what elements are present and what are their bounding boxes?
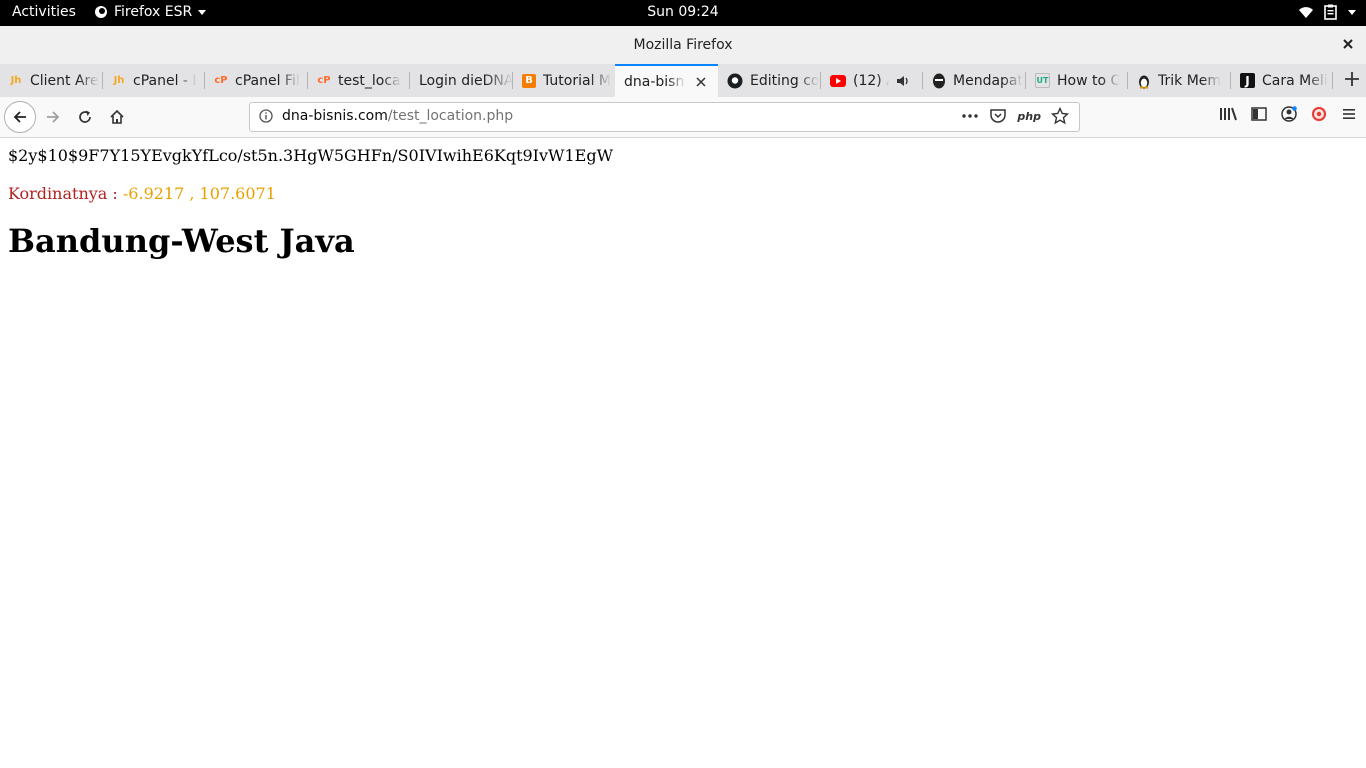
tab-label: Client Are — [30, 72, 99, 89]
php-badge-icon[interactable]: php — [1017, 110, 1041, 123]
cp-icon: cP — [214, 75, 228, 86]
github-icon — [727, 73, 743, 88]
wifi-icon — [1299, 7, 1313, 18]
star-icon[interactable] — [1051, 107, 1069, 125]
cpanel-orange-icon: Jh — [10, 75, 22, 86]
account-icon[interactable] — [1280, 105, 1298, 123]
clock[interactable]: Sun 09:24 — [0, 4, 1366, 20]
library-icon[interactable] — [1218, 105, 1238, 123]
coordinates-label: Kordinatnya : — [8, 184, 123, 203]
tab-label: Editing co — [750, 72, 820, 89]
back-button[interactable] — [4, 101, 36, 133]
tab-label: (12) A — [853, 72, 889, 89]
tab-editing[interactable]: Editing co — [718, 64, 821, 97]
more-actions-icon[interactable] — [961, 107, 979, 125]
tab-dna-bisnis[interactable]: dna-bisnis — [615, 64, 718, 98]
cp-icon: cP — [317, 75, 331, 86]
coordinates-line: Kordinatnya : -6.9217 , 107.6071 — [8, 184, 276, 203]
cpanel-orange-icon: Jh — [113, 75, 125, 86]
tab-label: test_loca — [338, 72, 401, 89]
window-title: Mozilla Firefox — [633, 37, 733, 53]
tab-how-to[interactable]: UT How to C — [1026, 64, 1128, 97]
tab-cara-meli[interactable]: J Cara Meli — [1231, 64, 1333, 97]
tab-client-area[interactable]: Jh Client Are — [0, 64, 103, 97]
new-tab-button[interactable] — [1338, 64, 1366, 97]
window-title-bar: Mozilla Firefox — [0, 26, 1366, 65]
j-icon: J — [1240, 73, 1255, 88]
tab-cpanel[interactable]: Jh cPanel - I — [103, 64, 205, 97]
plus-icon — [1345, 72, 1359, 86]
tab-separator — [1332, 72, 1333, 89]
url-domain: dna-bisnis.com — [282, 108, 388, 124]
mask-icon — [933, 73, 945, 88]
close-tab-icon[interactable] — [696, 77, 706, 87]
coordinates-value: -6.9217 , 107.6071 — [122, 184, 276, 203]
tab-label: dna-bisnis — [624, 74, 686, 90]
tab-trik[interactable]: Trik Mem — [1128, 64, 1231, 97]
tab-label: cPanel - I — [133, 72, 197, 89]
tab-login[interactable]: Login dieDNA — [410, 64, 513, 97]
close-icon — [1343, 39, 1353, 49]
tab-test-location[interactable]: cP test_loca — [308, 64, 410, 97]
location-heading: Bandung-West Java — [8, 222, 355, 260]
tab-label: Login dieDNA — [419, 72, 513, 89]
tab-cpanel-file[interactable]: cP cPanel Fil — [205, 64, 308, 97]
tab-label: Mendapat — [953, 72, 1023, 89]
hash-text: $2y$10$9F7Y15YEvgkYfLco/st5n.3HgW5GHFn/S… — [8, 146, 614, 165]
tab-label: Trik Mem — [1158, 72, 1222, 89]
chevron-down-icon — [1348, 9, 1356, 15]
reload-icon — [79, 110, 91, 123]
clipboard-icon — [1324, 4, 1337, 20]
url-text[interactable]: dna-bisnis.com/test_location.php — [282, 108, 513, 124]
youtube-icon — [830, 74, 846, 87]
arrow-right-icon — [47, 111, 60, 123]
tab-label: Cara Meli — [1262, 72, 1328, 89]
ut-icon: UT — [1035, 73, 1050, 88]
reload-button[interactable] — [69, 101, 101, 133]
tab-label: How to C — [1057, 72, 1121, 89]
system-tray[interactable] — [1298, 4, 1356, 20]
navigation-toolbar: dna-bisnis.com/test_location.php php — [0, 97, 1366, 138]
linux-icon — [1139, 75, 1149, 89]
url-path: /test_location.php — [387, 108, 514, 124]
page-content: $2y$10$9F7Y15YEvgkYfLco/st5n.3HgW5GHFn/S… — [0, 138, 1366, 768]
toolbar-right — [1218, 105, 1358, 123]
tab-label: Tutorial M — [543, 72, 611, 89]
close-window-button[interactable] — [1342, 35, 1354, 54]
extension-icon[interactable] — [1310, 105, 1328, 123]
blogger-icon: B — [522, 73, 536, 88]
tab-tutorial[interactable]: B Tutorial M — [513, 64, 615, 97]
gnome-top-bar: Activities Firefox ESR Sun 09:24 — [0, 0, 1366, 26]
menu-icon[interactable] — [1340, 105, 1358, 123]
home-icon — [110, 109, 124, 124]
address-bar[interactable]: dna-bisnis.com/test_location.php php — [249, 102, 1080, 132]
tab-mendapat[interactable]: Mendapat — [923, 64, 1026, 97]
pocket-icon[interactable] — [989, 107, 1007, 125]
arrow-left-icon — [13, 111, 26, 123]
address-bar-actions: php — [961, 107, 1069, 125]
forward-button[interactable] — [37, 101, 69, 133]
tab-strip: Jh Client Are Jh cPanel - I cP cPanel Fi… — [0, 64, 1366, 98]
speaker-icon[interactable] — [896, 75, 910, 87]
home-button[interactable] — [101, 101, 133, 133]
sidebar-icon[interactable] — [1250, 105, 1268, 123]
info-icon[interactable] — [259, 109, 273, 123]
tab-label: cPanel Fil — [235, 72, 300, 89]
tab-youtube[interactable]: (12) A — [821, 64, 923, 97]
